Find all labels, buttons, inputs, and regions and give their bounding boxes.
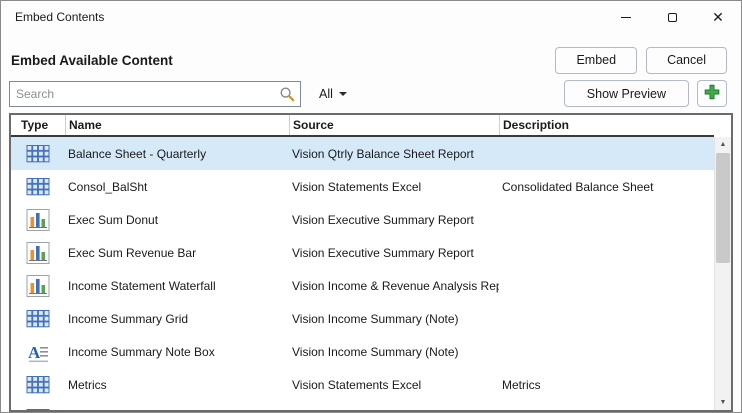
search-box bbox=[9, 80, 301, 107]
minimize-button[interactable] bbox=[603, 1, 649, 33]
column-header-source[interactable]: Source bbox=[289, 115, 499, 135]
scroll-up-icon[interactable]: ▲ bbox=[715, 137, 731, 152]
table-row[interactable]: Exec Sum Donut Vision Executive Summary R… bbox=[11, 203, 714, 236]
row-type-cell bbox=[11, 241, 65, 265]
scroll-down-icon[interactable]: ▼ bbox=[715, 395, 731, 410]
row-source: Vision Statements Excel bbox=[292, 179, 422, 194]
row-type-cell bbox=[11, 142, 65, 166]
column-header-name[interactable]: Name bbox=[65, 115, 289, 135]
row-name: Consol_BalSht bbox=[68, 179, 148, 194]
header-row: Embed Available Content Embed Cancel bbox=[11, 46, 727, 74]
plus-icon bbox=[703, 83, 721, 104]
row-name: Metrics bbox=[68, 377, 107, 392]
table-row[interactable]: Rev_GOSVision Statements Excel bbox=[11, 401, 714, 410]
filter-dropdown-label: All bbox=[319, 86, 333, 101]
row-description: Metrics bbox=[502, 377, 541, 392]
table-row[interactable]: Metrics Vision Statements Excel Metrics bbox=[11, 368, 714, 401]
table-row[interactable]: A Income Summary Note Box Vision Income Su… bbox=[11, 335, 714, 368]
row-source: Vision Executive Summary Report bbox=[292, 212, 474, 227]
maximize-icon bbox=[667, 12, 677, 22]
row-type-cell bbox=[11, 208, 65, 232]
row-type-cell bbox=[11, 373, 65, 397]
chart-icon bbox=[26, 274, 50, 298]
note-icon: A bbox=[26, 340, 50, 364]
chart-icon bbox=[26, 241, 50, 265]
column-header-description[interactable]: Description bbox=[499, 115, 714, 135]
maximize-button[interactable] bbox=[649, 1, 695, 33]
table-row[interactable]: Exec Sum Revenue Bar Vision Executive Sum… bbox=[11, 236, 714, 269]
row-source: Vision Income Summary (Note) bbox=[292, 311, 459, 326]
content-table: Type Name Source Description Balance She… bbox=[9, 113, 733, 412]
row-source: Vision Executive Summary Report bbox=[292, 245, 474, 260]
svg-text:A: A bbox=[28, 343, 41, 362]
table-row[interactable]: Income Statement Waterfall Vision Income … bbox=[11, 269, 714, 302]
window-title: Embed Contents bbox=[15, 10, 105, 24]
grid-icon bbox=[26, 175, 50, 199]
grid-icon bbox=[26, 406, 50, 410]
row-source: Vision Income & Revenue Analysis Report bbox=[292, 278, 499, 293]
grid-icon bbox=[26, 373, 50, 397]
row-type-cell: A bbox=[11, 340, 65, 364]
table-header: Type Name Source Description bbox=[11, 115, 714, 137]
table-row[interactable]: Income Summary Grid Vision Income Summary… bbox=[11, 302, 714, 335]
filter-dropdown[interactable]: All bbox=[317, 83, 349, 105]
row-description: Consolidated Balance Sheet bbox=[502, 179, 654, 194]
search-input[interactable] bbox=[10, 86, 279, 101]
embed-button[interactable]: Embed bbox=[555, 46, 638, 74]
table-body: Balance Sheet - Quarterly Vision Qtrly Ba… bbox=[11, 137, 714, 410]
header-buttons: Embed Cancel bbox=[555, 46, 727, 74]
row-source: Vision Income Summary (Note) bbox=[292, 344, 459, 359]
table-row[interactable]: Consol_BalSht Vision Statements Excel Cons… bbox=[11, 170, 714, 203]
row-type-cell bbox=[11, 406, 65, 410]
minimize-icon bbox=[621, 16, 631, 18]
chevron-down-icon bbox=[338, 91, 347, 96]
cancel-button[interactable]: Cancel bbox=[646, 46, 727, 74]
row-type-cell bbox=[11, 175, 65, 199]
search-icon[interactable] bbox=[279, 86, 295, 102]
close-button[interactable]: ✕ bbox=[695, 1, 741, 33]
embed-contents-dialog: Embed Contents ✕ Embed Available Content… bbox=[0, 0, 742, 413]
show-preview-button[interactable]: Show Preview bbox=[563, 80, 689, 107]
titlebar: Embed Contents ✕ bbox=[1, 1, 741, 33]
row-type-cell bbox=[11, 307, 65, 331]
row-source: Vision Qtrly Balance Sheet Report bbox=[292, 146, 474, 161]
row-name: Balance Sheet - Quarterly bbox=[68, 146, 207, 161]
chart-icon bbox=[26, 208, 50, 232]
scrollbar-thumb[interactable] bbox=[716, 153, 730, 263]
row-name: Exec Sum Revenue Bar bbox=[68, 245, 197, 260]
grid-icon bbox=[26, 307, 50, 331]
window-controls: ✕ bbox=[603, 1, 741, 33]
row-name: Exec Sum Donut bbox=[68, 212, 159, 227]
table-row[interactable]: Balance Sheet - Quarterly Vision Qtrly Ba… bbox=[11, 137, 714, 170]
grid-icon bbox=[26, 142, 50, 166]
column-header-type[interactable]: Type bbox=[11, 115, 65, 135]
row-source: Vision Statements Excel bbox=[292, 377, 422, 392]
close-icon: ✕ bbox=[712, 9, 724, 25]
vertical-scrollbar[interactable]: ▲ ▼ bbox=[714, 137, 731, 410]
row-name: Income Summary Grid bbox=[68, 311, 189, 326]
row-name: Income Summary Note Box bbox=[68, 344, 215, 359]
row-type-cell bbox=[11, 274, 65, 298]
toolbar: All Show Preview bbox=[9, 80, 727, 107]
page-title: Embed Available Content bbox=[11, 52, 173, 68]
add-content-button[interactable] bbox=[697, 80, 727, 107]
row-name: Income Statement Waterfall bbox=[68, 278, 216, 293]
